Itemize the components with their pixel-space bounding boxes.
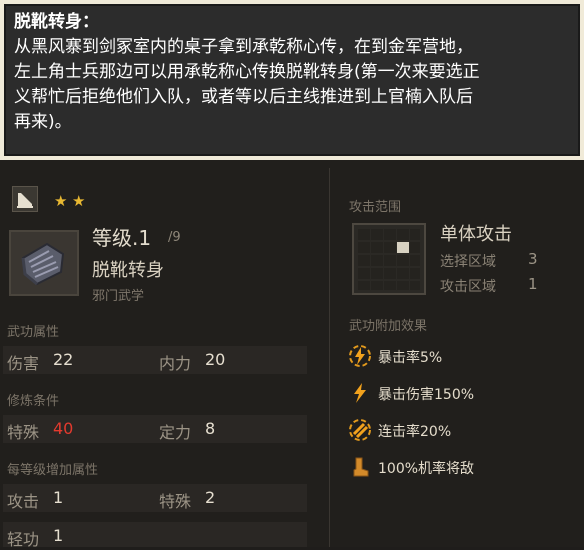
- stat-row: 轻功 1: [3, 522, 307, 549]
- tooltip-line: 左上角士兵那边可以用承乾称心传换脱靴转身(第一次来要选正: [14, 62, 480, 82]
- per-level-header: 每等级增加属性: [7, 463, 99, 478]
- stat-label: 定力: [159, 423, 192, 442]
- tooltip-body: 从黑风寨到剑冢室内的桌子拿到承乾称心传，在到金军营地， 左上角士兵那边可以用承乾…: [14, 35, 570, 135]
- effect-item: 暴击伤害150%: [348, 381, 578, 405]
- weapon-type-icon: [12, 186, 38, 212]
- effect-text: 暴击伤害150%: [378, 387, 475, 403]
- rank-star-icon: ★: [72, 192, 86, 210]
- stat-label: 伤害: [7, 354, 40, 373]
- boot-icon: [348, 455, 372, 479]
- stat-label: 内力: [159, 354, 192, 373]
- stat-value: 20: [205, 350, 226, 369]
- stat-row: 伤害 22 内力 20: [3, 346, 307, 374]
- stat-row: 攻击 1 特殊 2: [3, 484, 307, 512]
- stat-label: 特殊: [159, 492, 192, 511]
- range-type: 单体攻击: [440, 224, 512, 245]
- effect-item: 连击率20%: [348, 418, 578, 442]
- stat-label: 攻击: [7, 492, 40, 511]
- stat-value: 22: [53, 350, 74, 369]
- tooltip-title: 脱靴转身：: [14, 12, 99, 32]
- skill-level-max: /9: [168, 230, 181, 245]
- skill-book-icon: [9, 230, 79, 296]
- attributes-header: 武功属性: [7, 325, 60, 340]
- range-value: 1: [528, 275, 538, 293]
- rank-star-icon: ★: [54, 192, 68, 210]
- effects-header: 武功附加效果: [349, 319, 428, 334]
- tooltip-line: 再来)。: [14, 112, 72, 132]
- range-value: 3: [528, 250, 538, 268]
- skill-school: 邪门武学: [92, 289, 145, 304]
- crit-damage-icon: [348, 381, 372, 405]
- effect-item: 100%机率将敌: [348, 455, 578, 479]
- stat-row: 特殊 40 定力 8: [3, 415, 307, 443]
- effect-text: 连击率20%: [378, 424, 452, 440]
- panel-divider: [329, 168, 330, 547]
- requirements-header: 修炼条件: [7, 394, 60, 409]
- skill-level: 等级.1: [92, 226, 152, 250]
- effect-text: 100%机率将敌: [378, 461, 475, 477]
- crit-rate-icon: [348, 344, 372, 368]
- stat-value: 8: [205, 419, 216, 438]
- stat-value: 1: [53, 488, 64, 507]
- effect-text: 暴击率5%: [378, 350, 443, 366]
- stat-label: 特殊: [7, 423, 40, 442]
- range-grid-icon: [352, 223, 426, 295]
- combo-rate-icon: [348, 418, 372, 442]
- effect-item: 暴击率5%: [348, 344, 578, 368]
- skill-name: 脱靴转身: [92, 260, 164, 281]
- range-label: 选择区域: [440, 254, 496, 270]
- stat-value-unmet: 40: [53, 419, 74, 438]
- tooltip-box: 脱靴转身： 从黑风寨到剑冢室内的桌子拿到承乾称心传，在到金军营地， 左上角士兵那…: [4, 4, 580, 156]
- tooltip-line: 从黑风寨到剑冢室内的桌子拿到承乾称心传，在到金军营地，: [14, 37, 473, 57]
- tooltip-line: 义帮忙后拒绝他们入队，或者等以后主线推进到上官楠入队后: [14, 87, 473, 107]
- stat-value: 1: [53, 526, 64, 545]
- range-label: 攻击区域: [440, 279, 496, 295]
- range-header: 攻击范围: [349, 200, 402, 215]
- stat-value: 2: [205, 488, 216, 507]
- stat-label: 轻功: [7, 530, 40, 549]
- tooltip-banner: 脱靴转身： 从黑风寨到剑冢室内的桌子拿到承乾称心传，在到金军营地， 左上角士兵那…: [0, 0, 584, 160]
